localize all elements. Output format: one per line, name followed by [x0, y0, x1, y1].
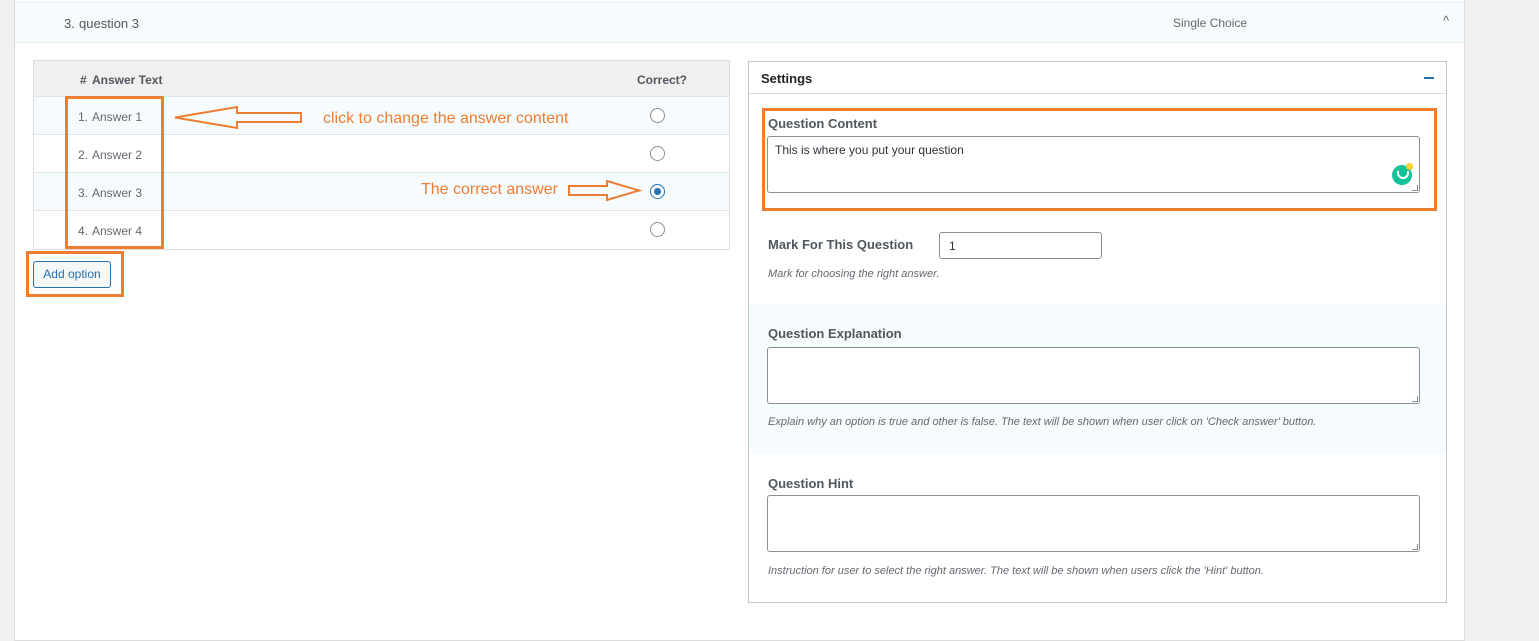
page: 3. question 3 Single Choice ^ # Answer T… [0, 0, 1539, 641]
answer-content-note: click to change the answer content [323, 110, 569, 127]
question-title[interactable]: question 3 [79, 16, 139, 31]
left-arrow-icon [174, 105, 302, 130]
resize-handle-icon[interactable] [1412, 544, 1418, 550]
answers-highlight-box [65, 96, 164, 249]
question-content-highlight-box [762, 108, 1437, 211]
mark-hint: Mark for choosing the right answer. [768, 268, 940, 280]
collapse-chevron-icon[interactable]: ^ [1443, 13, 1449, 28]
add-option-highlight-box [26, 251, 124, 297]
question-card: 3. question 3 Single Choice ^ # Answer T… [14, 0, 1465, 641]
mark-input[interactable]: 1 [939, 232, 1102, 259]
explanation-textarea[interactable] [767, 347, 1420, 404]
correct-radio[interactable] [650, 108, 665, 123]
explanation-label: Question Explanation [768, 326, 902, 341]
header-answer-text: Answer Text [92, 73, 163, 87]
hint-textarea[interactable] [767, 495, 1420, 552]
minus-icon[interactable] [1424, 77, 1434, 79]
resize-handle-icon[interactable] [1412, 396, 1418, 402]
mark-label: Mark For This Question [768, 237, 914, 252]
answers-table-header: # Answer Text Correct? [34, 61, 729, 97]
mark-value: 1 [949, 239, 956, 253]
correct-answer-note: The correct answer [421, 181, 558, 198]
question-number: 3. [64, 16, 75, 31]
right-arrow-icon [568, 179, 643, 202]
header-correct: Correct? [637, 73, 688, 87]
mark-section: Mark For This Question 1 Mark for choosi… [749, 222, 1446, 304]
question-header[interactable]: 3. question 3 Single Choice ^ [15, 2, 1464, 43]
explanation-section: Question Explanation Explain why an opti… [749, 304, 1446, 454]
settings-title: Settings [761, 71, 813, 86]
correct-radio[interactable] [650, 184, 665, 199]
hint-label: Question Hint [768, 476, 854, 491]
hint-section: Question Hint Instruction for user to se… [749, 454, 1446, 602]
settings-header[interactable]: Settings [749, 62, 1446, 94]
correct-radio[interactable] [650, 146, 665, 161]
correct-radio[interactable] [650, 222, 665, 237]
explanation-hint: Explain why an option is true and other … [768, 416, 1317, 428]
header-number: # [80, 73, 87, 87]
question-type[interactable]: Single Choice [1173, 16, 1247, 30]
hint-hint: Instruction for user to select the right… [768, 565, 1264, 577]
